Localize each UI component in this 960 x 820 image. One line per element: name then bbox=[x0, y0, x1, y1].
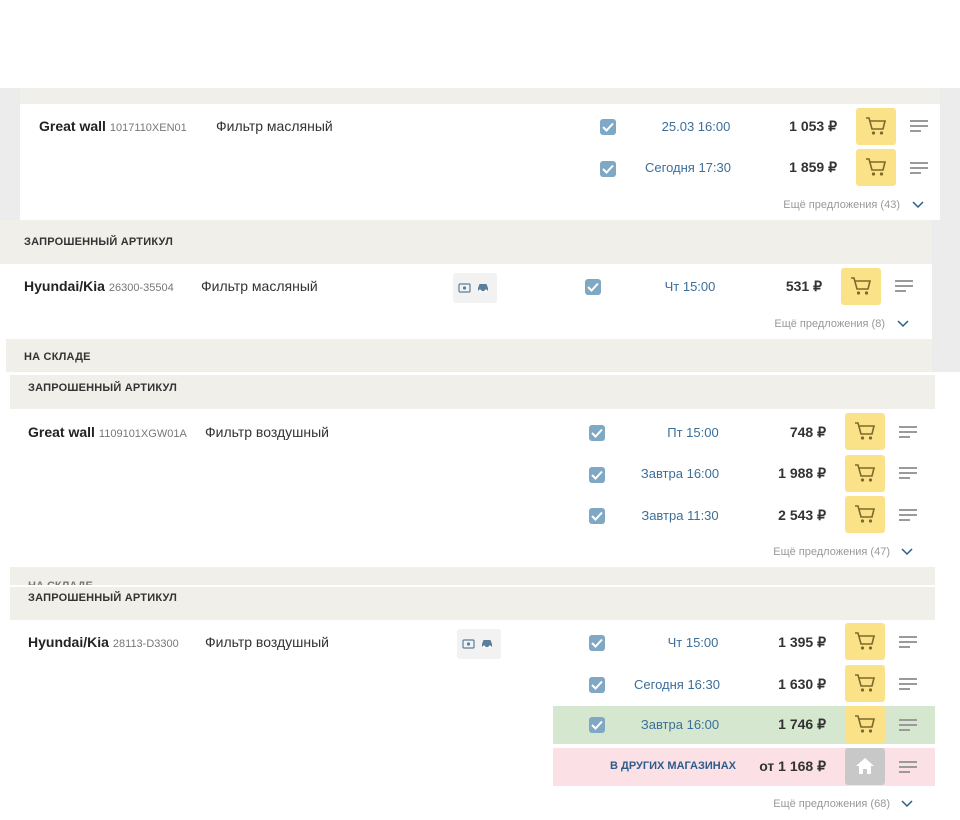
offer-price: 1 395 ₽ bbox=[778, 634, 826, 650]
section-band bbox=[6, 339, 932, 372]
delivery-date: Чт 15:00 bbox=[664, 279, 716, 294]
check-icon[interactable] bbox=[585, 279, 601, 295]
product-name[interactable]: Фильтр воздушный bbox=[205, 634, 329, 650]
chevron-down-icon[interactable] bbox=[912, 201, 924, 209]
offer-price: 1 053 ₽ bbox=[789, 118, 837, 134]
delivery-date: Завтра 16:00 bbox=[640, 466, 720, 481]
cart-icon[interactable] bbox=[841, 268, 881, 305]
cart-icon[interactable] bbox=[845, 496, 885, 533]
offer-price: 1 746 ₽ bbox=[778, 716, 826, 732]
vehicle-icons[interactable] bbox=[457, 629, 501, 659]
brand[interactable]: Great wall 1017110XEN01 bbox=[39, 118, 187, 134]
product-name[interactable]: Фильтр масляный bbox=[216, 118, 333, 134]
home-icon[interactable] bbox=[845, 748, 885, 785]
right-edge bbox=[932, 220, 960, 372]
offer-price: 748 ₽ bbox=[789, 424, 826, 440]
more-offers-link[interactable]: Ещё предложения (43) bbox=[700, 199, 900, 211]
price-results: Great wall 1017110XEN01 Фильтр масляный 2… bbox=[0, 0, 960, 820]
cart-icon[interactable] bbox=[845, 455, 885, 492]
menu-icon[interactable] bbox=[899, 719, 917, 731]
more-offers-link[interactable]: Ещё предложения (47) bbox=[690, 546, 890, 558]
section-band-top bbox=[0, 88, 960, 104]
chevron-down-icon[interactable] bbox=[901, 800, 913, 808]
check-icon[interactable] bbox=[589, 467, 605, 483]
menu-icon[interactable] bbox=[899, 426, 917, 438]
delivery-date: Сегодня 17:30 bbox=[645, 160, 731, 175]
vehicle-icons[interactable] bbox=[453, 273, 497, 303]
cart-icon[interactable] bbox=[856, 149, 896, 186]
section-band bbox=[10, 567, 935, 585]
menu-icon[interactable] bbox=[899, 509, 917, 521]
product-name[interactable]: Фильтр масляный bbox=[201, 278, 318, 294]
catalog-icon[interactable] bbox=[462, 638, 475, 649]
left-edge bbox=[0, 88, 20, 220]
brand[interactable]: Hyundai/Kia 28113-D3300 bbox=[28, 634, 179, 650]
section-title: НА СКЛАДЕ bbox=[24, 351, 91, 363]
brand[interactable]: Great wall 1109101XGW01A bbox=[28, 424, 187, 440]
check-icon[interactable] bbox=[589, 635, 605, 651]
offer-price: 531 ₽ bbox=[785, 278, 822, 294]
right-edge bbox=[940, 88, 960, 220]
check-icon[interactable] bbox=[600, 119, 616, 135]
cart-icon[interactable] bbox=[845, 413, 885, 450]
cart-icon[interactable] bbox=[845, 665, 885, 702]
menu-icon[interactable] bbox=[899, 678, 917, 690]
brand[interactable]: Hyundai/Kia 26300-35504 bbox=[24, 278, 174, 294]
check-icon[interactable] bbox=[589, 425, 605, 441]
more-offers-link[interactable]: Ещё предложения (68) bbox=[690, 798, 890, 810]
product-name[interactable]: Фильтр воздушный bbox=[205, 424, 329, 440]
delivery-date: 25.03 16:00 bbox=[661, 119, 731, 134]
check-icon[interactable] bbox=[589, 717, 605, 733]
other-stores-link[interactable]: В ДРУГИХ МАГАЗИНАХ bbox=[610, 760, 736, 772]
chevron-down-icon[interactable] bbox=[901, 548, 913, 556]
section-title: ЗАПРОШЕННЫЙ АРТИКУЛ bbox=[28, 382, 178, 394]
cart-icon[interactable] bbox=[845, 623, 885, 660]
check-icon[interactable] bbox=[600, 161, 616, 177]
car-icon[interactable] bbox=[476, 282, 490, 293]
delivery-date: Сегодня 16:30 bbox=[634, 677, 720, 692]
cart-icon[interactable] bbox=[845, 706, 885, 743]
menu-icon[interactable] bbox=[899, 467, 917, 479]
delivery-date: Чт 15:00 bbox=[667, 635, 719, 650]
cart-icon[interactable] bbox=[856, 108, 896, 145]
menu-icon[interactable] bbox=[910, 162, 928, 174]
offer-price: 2 543 ₽ bbox=[778, 507, 826, 523]
other-stores-price: от 1 168 ₽ bbox=[759, 758, 826, 774]
offer-price: 1 630 ₽ bbox=[778, 676, 826, 692]
delivery-date: Завтра 16:00 bbox=[640, 717, 720, 732]
menu-icon[interactable] bbox=[910, 120, 928, 132]
catalog-icon[interactable] bbox=[458, 282, 471, 293]
menu-icon[interactable] bbox=[895, 280, 913, 292]
section-title: ЗАПРОШЕННЫЙ АРТИКУЛ bbox=[28, 592, 178, 604]
check-icon[interactable] bbox=[589, 677, 605, 693]
offer-price: 1 988 ₽ bbox=[778, 465, 826, 481]
section-title: ЗАПРОШЕННЫЙ АРТИКУЛ bbox=[24, 236, 174, 248]
more-offers-link[interactable]: Ещё предложения (8) bbox=[685, 318, 885, 330]
offer-price: 1 859 ₽ bbox=[789, 159, 837, 175]
delivery-date: Завтра 11:30 bbox=[641, 508, 719, 523]
menu-icon[interactable] bbox=[899, 761, 917, 773]
chevron-down-icon[interactable] bbox=[897, 320, 909, 328]
delivery-date: Пт 15:00 bbox=[667, 425, 719, 440]
car-icon[interactable] bbox=[480, 638, 494, 649]
check-icon[interactable] bbox=[589, 508, 605, 524]
menu-icon[interactable] bbox=[899, 636, 917, 648]
